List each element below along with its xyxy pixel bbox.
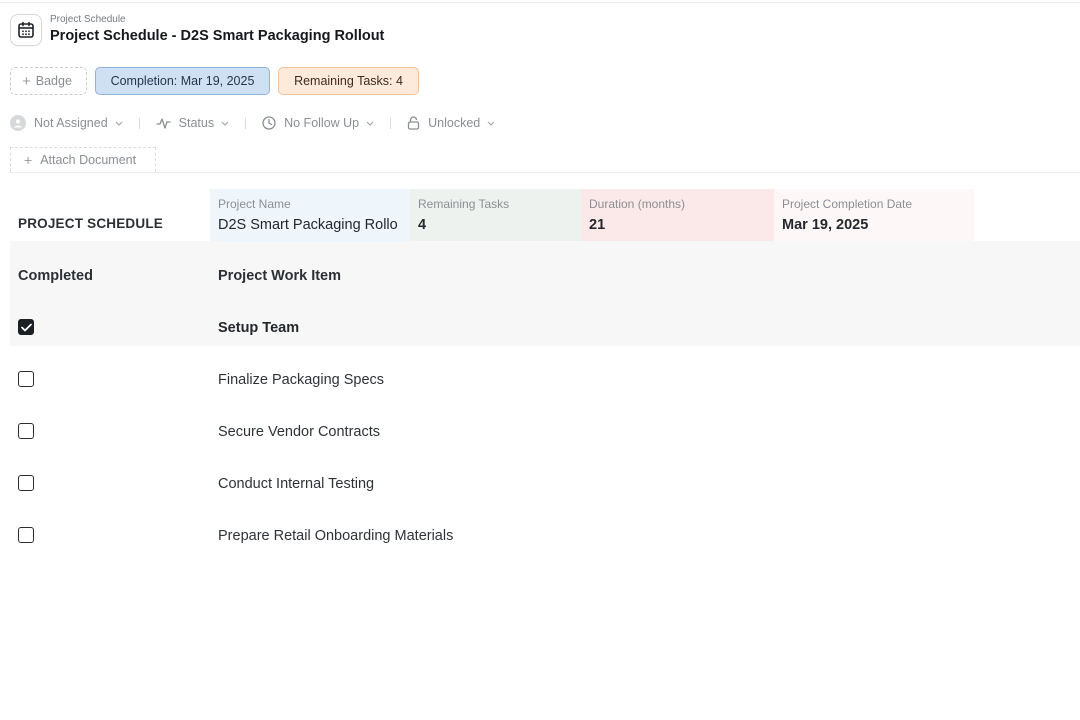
work-item-label: Setup Team <box>218 320 300 336</box>
section-title: PROJECT SCHEDULE <box>18 216 163 231</box>
attach-document-button[interactable]: + Attach Document <box>10 147 156 172</box>
project-name-key: Project Name <box>218 197 291 211</box>
follow-up-label: No Follow Up <box>284 116 360 130</box>
table-row[interactable]: Setup Team <box>0 302 1080 354</box>
page-title[interactable]: Project Schedule - D2S Smart Packaging R… <box>50 27 384 46</box>
page-subtitle: Project Schedule <box>50 14 126 25</box>
remaining-tasks-value: 4 <box>418 217 427 233</box>
status-label: Status <box>178 116 215 130</box>
add-badge-label: Badge <box>35 74 72 88</box>
completion-date-value: Mar 19, 2025 <box>782 217 869 233</box>
remaining-tasks-key: Remaining Tasks <box>418 197 510 211</box>
add-badge-button[interactable]: + Badge <box>10 67 87 95</box>
top-border <box>0 2 1080 3</box>
completed-checkbox[interactable] <box>18 423 34 439</box>
page-header: Project Schedule Project Schedule - D2S … <box>10 14 384 46</box>
completed-checkbox[interactable] <box>18 527 34 543</box>
work-item-label: Conduct Internal Testing <box>218 476 375 492</box>
work-item-label: Prepare Retail Onboarding Materials <box>218 528 454 544</box>
status-dropdown[interactable]: Status <box>156 116 229 130</box>
meta-separator <box>138 117 140 129</box>
project-name-value: D2S Smart Packaging Rollo <box>218 217 398 233</box>
column-header-completed[interactable]: Completed <box>18 268 93 284</box>
duration-field[interactable]: Duration (months) 21 <box>581 189 774 241</box>
calendar-icon[interactable] <box>10 14 42 46</box>
follow-up-dropdown[interactable]: No Follow Up <box>262 116 374 130</box>
remaining-tasks-badge[interactable]: Remaining Tasks: 4 <box>278 67 419 95</box>
header-titles: Project Schedule Project Schedule - D2S … <box>50 14 384 46</box>
lock-dropdown[interactable]: Unlocked <box>407 116 495 130</box>
check-icon <box>20 323 32 331</box>
chevron-down-icon <box>366 118 374 128</box>
badge-row: + Badge Completion: Mar 19, 2025 Remaini… <box>10 67 419 95</box>
column-header-work-item[interactable]: Project Work Item <box>218 268 341 284</box>
remaining-tasks-field[interactable]: Remaining Tasks 4 <box>410 189 581 241</box>
work-item-label: Finalize Packaging Specs <box>218 372 385 388</box>
section-divider <box>10 172 1080 173</box>
completion-badge[interactable]: Completion: Mar 19, 2025 <box>95 67 270 95</box>
meta-separator <box>390 117 392 129</box>
chevron-down-icon <box>487 118 495 128</box>
work-item-label: Secure Vendor Contracts <box>218 424 381 440</box>
unlock-icon <box>407 116 420 130</box>
table-row[interactable]: Secure Vendor Contracts <box>0 406 1080 458</box>
table-row[interactable]: Prepare Retail Onboarding Materials <box>0 510 1080 562</box>
chevron-down-icon <box>221 118 229 128</box>
attach-document-label: Attach Document <box>40 153 137 167</box>
completion-date-key: Project Completion Date <box>782 197 913 211</box>
meta-row: Not Assigned Status No Follow Up Unlocke… <box>10 113 495 133</box>
plus-icon: + <box>24 152 33 168</box>
table-row[interactable]: Conduct Internal Testing <box>0 458 1080 510</box>
table-header <box>10 241 1080 311</box>
plus-icon: + <box>22 72 31 90</box>
completion-date-field[interactable]: Project Completion Date Mar 19, 2025 <box>774 189 974 241</box>
assignee-label: Not Assigned <box>34 116 108 130</box>
clock-icon <box>262 116 276 130</box>
completed-checkbox[interactable] <box>18 319 34 335</box>
activity-icon <box>156 117 171 130</box>
lock-label: Unlocked <box>428 116 481 130</box>
chevron-down-icon <box>115 118 123 128</box>
avatar-icon <box>10 115 26 131</box>
project-name-field[interactable]: Project Name D2S Smart Packaging Rollo <box>210 189 410 241</box>
table-row[interactable]: Finalize Packaging Specs <box>0 354 1080 406</box>
completed-checkbox[interactable] <box>18 371 34 387</box>
completed-checkbox[interactable] <box>18 475 34 491</box>
duration-value: 21 <box>589 217 606 233</box>
assignee-dropdown[interactable]: Not Assigned <box>10 115 123 131</box>
meta-separator <box>245 117 247 129</box>
duration-key: Duration (months) <box>589 197 686 211</box>
